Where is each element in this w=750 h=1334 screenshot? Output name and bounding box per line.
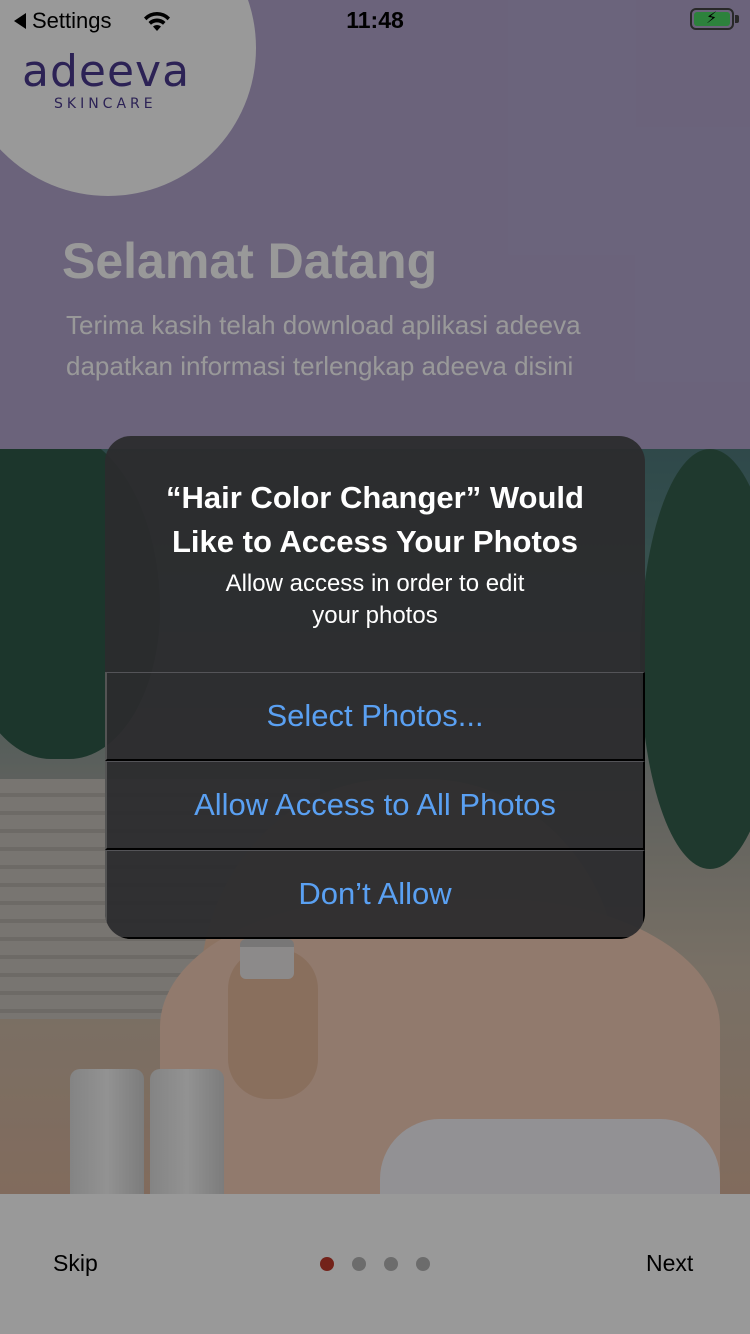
allow-all-photos-button[interactable]: Allow Access to All Photos	[105, 761, 645, 850]
alert-title-line-1: “Hair Color Changer” Would	[166, 480, 584, 515]
alert-message-line-1: Allow access in order to edit	[225, 570, 525, 597]
alert-message: Allow access in order to edit your photo…	[185, 568, 565, 632]
select-photos-button[interactable]: Select Photos...	[105, 672, 645, 761]
dont-allow-button[interactable]: Don’t Allow	[105, 850, 645, 939]
alert-title: “Hair Color Changer” Would Like to Acces…	[135, 476, 615, 564]
alert-title-line-2: Like to Access Your Photos	[172, 524, 578, 559]
photo-permission-alert: “Hair Color Changer” Would Like to Acces…	[105, 436, 645, 939]
alert-message-line-2: your photos	[312, 602, 438, 629]
